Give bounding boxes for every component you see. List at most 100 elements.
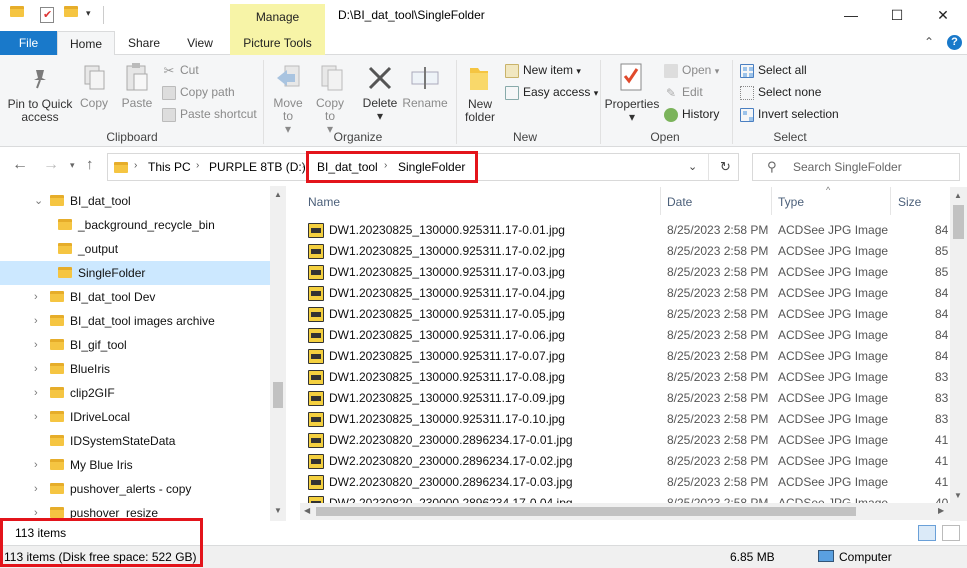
- chevron-right-icon[interactable]: ›: [34, 309, 38, 333]
- new-folder-button[interactable]: New folder: [458, 98, 502, 124]
- file-list-scrollbar[interactable]: ▲ ▼: [950, 187, 967, 521]
- tab-share[interactable]: Share: [118, 31, 170, 55]
- file-row[interactable]: DW1.20230825_130000.925311.17-0.09.jpg 8/…: [300, 388, 950, 409]
- tree-item[interactable]: _background_recycle_bin: [58, 213, 215, 237]
- select-none-button[interactable]: Select none: [740, 82, 821, 102]
- scroll-left-icon[interactable]: ◀: [304, 506, 310, 515]
- up-icon[interactable]: ↑: [86, 156, 94, 173]
- tree-item[interactable]: › IDriveLocal: [34, 405, 130, 429]
- file-row[interactable]: DW1.20230825_130000.925311.17-0.07.jpg 8/…: [300, 346, 950, 367]
- tree-item[interactable]: › pushover_alerts - copy: [34, 477, 191, 501]
- tree-item[interactable]: › BI_dat_tool Dev: [34, 285, 155, 309]
- jpg-file-icon: [308, 307, 324, 322]
- column-date[interactable]: Date: [667, 195, 692, 209]
- paste-shortcut-button[interactable]: Paste shortcut: [162, 104, 257, 124]
- paste-button[interactable]: Paste: [118, 97, 156, 110]
- column-size[interactable]: Size: [898, 195, 921, 209]
- new-folder-quick-icon[interactable]: [64, 6, 80, 24]
- tree-item[interactable]: SingleFolder: [58, 261, 145, 285]
- recent-locations-icon[interactable]: ▾: [70, 160, 75, 171]
- tab-file[interactable]: File: [0, 31, 57, 55]
- delete-button[interactable]: Delete ▾: [360, 97, 400, 123]
- pin-to-quick-access-button[interactable]: Pin to Quick access: [4, 98, 76, 124]
- tree-item[interactable]: › BI_dat_tool images archive: [34, 309, 215, 333]
- copy-button[interactable]: Copy: [76, 97, 112, 110]
- refresh-icon[interactable]: ↻: [720, 159, 731, 175]
- tree-item[interactable]: › My Blue Iris: [34, 453, 133, 477]
- properties-button[interactable]: Properties ▾: [604, 98, 660, 124]
- tree-item[interactable]: _output: [58, 237, 118, 261]
- horizontal-scrollbar-thumb[interactable]: [316, 507, 856, 516]
- chevron-right-icon[interactable]: ›: [34, 357, 38, 381]
- file-row[interactable]: DW1.20230825_130000.925311.17-0.04.jpg 8/…: [300, 283, 950, 304]
- tree-item[interactable]: ⌄ BI_dat_tool: [34, 189, 131, 213]
- rename-button[interactable]: Rename: [402, 97, 448, 110]
- address-dropdown-icon[interactable]: ⌄: [688, 160, 697, 173]
- forward-icon[interactable]: →: [43, 156, 59, 174]
- column-name[interactable]: Name: [308, 195, 340, 209]
- column-divider[interactable]: [660, 187, 661, 215]
- column-divider[interactable]: [771, 187, 772, 215]
- tab-home[interactable]: Home: [57, 31, 115, 56]
- file-row[interactable]: DW1.20230825_130000.925311.17-0.01.jpg 8/…: [300, 220, 950, 241]
- collapse-ribbon-icon[interactable]: ⌃: [924, 35, 934, 49]
- scroll-up-icon[interactable]: ▲: [954, 191, 962, 200]
- chevron-right-icon[interactable]: ›: [34, 453, 38, 477]
- file-list-scrollbar-thumb[interactable]: [953, 205, 964, 239]
- properties-quick-icon[interactable]: ✔: [40, 7, 54, 23]
- tree-item[interactable]: › BlueIris: [34, 357, 110, 381]
- file-row[interactable]: DW1.20230825_130000.925311.17-0.08.jpg 8/…: [300, 367, 950, 388]
- chevron-right-icon[interactable]: ›: [34, 333, 38, 357]
- easy-access-button[interactable]: Easy access ▾: [505, 82, 598, 102]
- help-icon[interactable]: ?: [947, 35, 962, 50]
- folder-icon: [58, 243, 72, 254]
- file-row[interactable]: DW1.20230825_130000.925311.17-0.02.jpg 8/…: [300, 241, 950, 262]
- file-row[interactable]: DW1.20230825_130000.925311.17-0.05.jpg 8/…: [300, 304, 950, 325]
- back-icon[interactable]: ←: [12, 156, 28, 174]
- tree-item[interactable]: › clip2GIF: [34, 381, 115, 405]
- maximize-button[interactable]: ☐: [874, 0, 920, 31]
- column-divider[interactable]: [890, 187, 891, 215]
- horizontal-scrollbar[interactable]: ◀ ▶: [300, 503, 950, 520]
- tab-view[interactable]: View: [174, 31, 226, 55]
- select-all-button[interactable]: Select all: [740, 60, 807, 80]
- file-row[interactable]: DW1.20230825_130000.925311.17-0.03.jpg 8/…: [300, 262, 950, 283]
- breadcrumb-this-pc[interactable]: This PC: [148, 160, 191, 174]
- scroll-up-icon[interactable]: ▲: [274, 190, 282, 199]
- move-to-button[interactable]: Move to ▾: [268, 97, 308, 136]
- open-button[interactable]: Open ▾: [664, 60, 719, 80]
- history-button[interactable]: History: [664, 104, 719, 124]
- file-row[interactable]: DW1.20230825_130000.925311.17-0.10.jpg 8/…: [300, 409, 950, 430]
- navigation-scrollbar[interactable]: ▲ ▼: [270, 186, 286, 521]
- chevron-right-icon[interactable]: ›: [34, 285, 38, 309]
- minimize-button[interactable]: —: [828, 0, 874, 31]
- invert-selection-button[interactable]: Invert selection: [740, 104, 839, 124]
- column-type[interactable]: Type: [778, 195, 804, 209]
- chevron-right-icon[interactable]: ›: [34, 405, 38, 429]
- file-row[interactable]: DW1.20230825_130000.925311.17-0.06.jpg 8/…: [300, 325, 950, 346]
- details-view-icon[interactable]: [918, 525, 936, 541]
- close-button[interactable]: ✕: [920, 0, 966, 31]
- large-icons-view-icon[interactable]: [942, 525, 960, 541]
- breadcrumb-drive[interactable]: PURPLE 8TB (D:): [209, 160, 306, 174]
- search-input[interactable]: ⚲ Search SingleFolder: [752, 153, 960, 181]
- edit-button[interactable]: ✎ Edit: [664, 82, 703, 102]
- copy-path-button[interactable]: Copy path: [162, 82, 235, 102]
- chevron-right-icon[interactable]: ›: [34, 477, 38, 501]
- new-item-button[interactable]: New item ▾: [505, 60, 581, 80]
- cut-button[interactable]: ✂ Cut: [162, 60, 199, 80]
- customize-quick-access-icon[interactable]: ▾: [86, 8, 102, 26]
- chevron-right-icon[interactable]: ›: [34, 381, 38, 405]
- file-row[interactable]: DW2.20230820_230000.2896234.17-0.02.jpg 8…: [300, 451, 950, 472]
- chevron-down-icon[interactable]: ⌄: [34, 189, 43, 213]
- tab-manage[interactable]: Manage: [230, 4, 325, 31]
- tree-item[interactable]: IDSystemStateData: [50, 429, 175, 453]
- file-row[interactable]: DW2.20230820_230000.2896234.17-0.03.jpg 8…: [300, 472, 950, 493]
- tab-picture-tools[interactable]: Picture Tools: [230, 31, 325, 55]
- scroll-down-icon[interactable]: ▼: [274, 506, 282, 515]
- navigation-scrollbar-thumb[interactable]: [273, 382, 283, 408]
- scroll-down-icon[interactable]: ▼: [954, 491, 962, 500]
- file-row[interactable]: DW2.20230820_230000.2896234.17-0.01.jpg 8…: [300, 430, 950, 451]
- tree-item[interactable]: › BI_gif_tool: [34, 333, 127, 357]
- scroll-right-icon[interactable]: ▶: [938, 506, 944, 515]
